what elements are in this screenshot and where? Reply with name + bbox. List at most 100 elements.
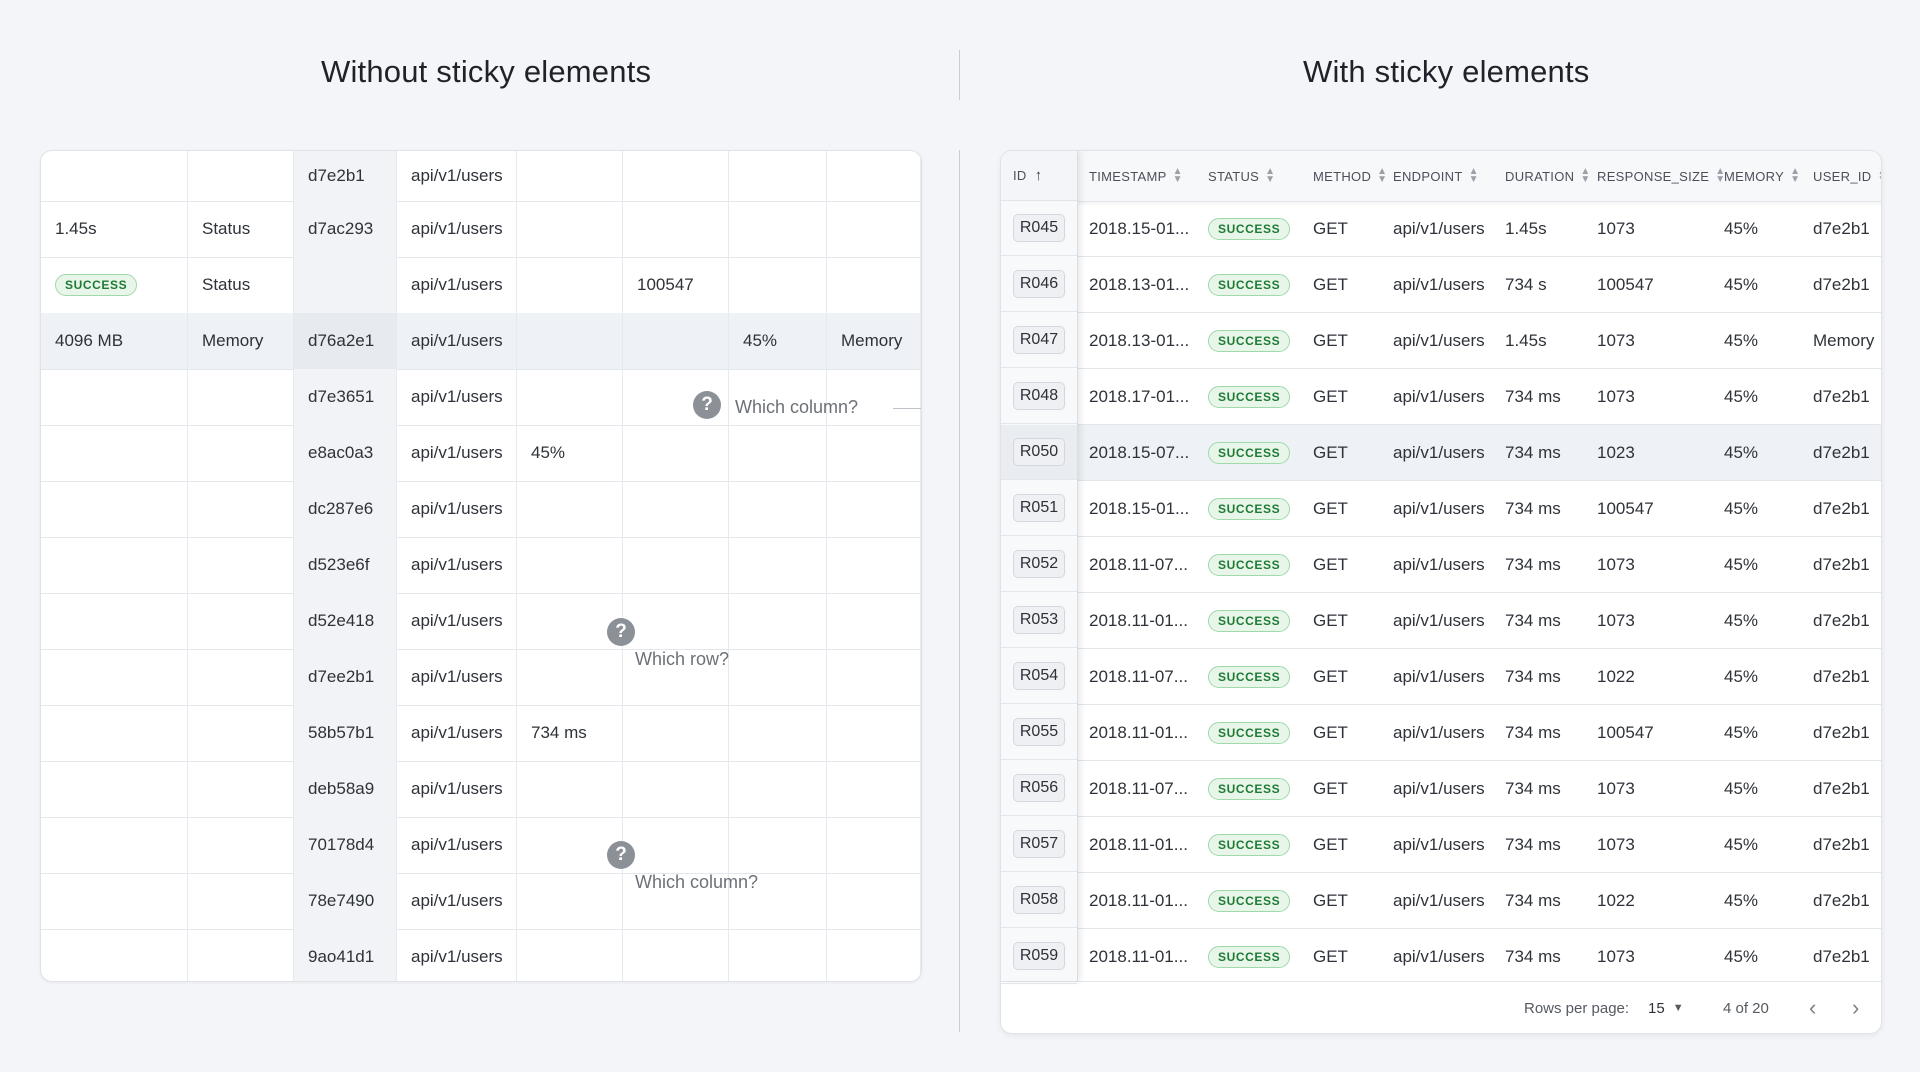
table-cell — [41, 873, 188, 929]
cell-text: d7e2b1 — [1813, 442, 1870, 462]
table-cell — [729, 257, 827, 313]
table-cell: d7e2b1 — [1813, 593, 1870, 648]
table-cell — [827, 761, 921, 817]
cell-text: 1073 — [1597, 610, 1635, 630]
sort-icon[interactable]: ▲▼ — [1580, 167, 1590, 185]
table-cell: 734 ms — [1505, 761, 1561, 816]
sticky-id-cell[interactable]: R056 — [1001, 761, 1077, 816]
chevron-right-icon[interactable]: › — [1852, 982, 1859, 1033]
annotation-text: Which column? — [635, 872, 759, 892]
table-row[interactable]: 2018.13-01... SUCCESS GET api/v1/users 734 s… — [1001, 257, 1881, 313]
table-cell: 100547 — [1597, 705, 1654, 760]
cell-text: GET — [1313, 722, 1348, 742]
status-badge: SUCCESS — [1208, 833, 1291, 856]
cell-text: api/v1/users — [1393, 498, 1485, 518]
arrow-up-icon[interactable]: ↑ — [1035, 167, 1043, 184]
sort-icon[interactable]: ▲▼ — [1790, 167, 1800, 185]
cell-text: api/v1/users — [411, 891, 503, 910]
table-row: d523e6f api/v1/users — [41, 537, 921, 594]
cell-text: api/v1/users — [1393, 442, 1485, 462]
table-cell — [827, 649, 921, 705]
sticky-id-cell[interactable]: R057 — [1001, 817, 1077, 872]
table-cell: SUCCESS — [1208, 873, 1291, 928]
table-row[interactable]: 2018.11-01... SUCCESS GET api/v1/users 734 m… — [1001, 929, 1881, 985]
sticky-id-cell[interactable]: R048 — [1001, 369, 1077, 424]
status-badge: SUCCESS — [1208, 385, 1291, 408]
column-header-response-size[interactable]: RESPONSE_SIZE ▲ ▼ — [1597, 151, 1725, 201]
table-row[interactable]: 2018.11-07... SUCCESS GET api/v1/users 734 m… — [1001, 537, 1881, 593]
table-cell: 734 ms — [1505, 369, 1561, 424]
cell-text: d7e2b1 — [1813, 386, 1870, 406]
table-row[interactable]: 2018.11-07... SUCCESS GET api/v1/users 734 m… — [1001, 649, 1881, 705]
table-row[interactable]: 2018.11-01... SUCCESS GET api/v1/users 734 m… — [1001, 705, 1881, 761]
sticky-id-cell[interactable]: R046 — [1001, 257, 1077, 312]
column-header-user-id[interactable]: USER_ID ▲▼ — [1813, 151, 1881, 201]
table-row[interactable]: 2018.11-01... SUCCESS GET api/v1/users 734 m… — [1001, 593, 1881, 649]
table-cell: d7e2b1 — [1813, 873, 1870, 928]
sort-icon[interactable]: ▲▼ — [1173, 167, 1183, 185]
sticky-id-cell[interactable]: R059 — [1001, 929, 1077, 984]
table-row: 9ao41d1 api/v1/users — [41, 929, 921, 981]
table-cell — [41, 369, 188, 425]
column-header-method[interactable]: METHOD ▲ ▼ — [1313, 151, 1387, 201]
sort-icon[interactable]: ▲▼ — [1877, 167, 1881, 185]
sort-icon[interactable]: ▲▼ — [1469, 167, 1479, 185]
table-row[interactable]: 2018.11-01... SUCCESS GET api/v1/users 734 m… — [1001, 873, 1881, 929]
table-cell: 1073 — [1597, 817, 1635, 872]
table-cell — [827, 537, 921, 593]
cell-text: e8ac0a3 — [308, 443, 374, 462]
table-row[interactable]: 2018.17-01... SUCCESS GET api/v1/users 734 m… — [1001, 369, 1881, 425]
table-cell — [41, 761, 188, 817]
table-cell: api/v1/users — [1393, 649, 1485, 704]
sticky-id-cell[interactable]: R055 — [1001, 705, 1077, 760]
column-header-duration[interactable]: DURATION ▲ ▼ — [1505, 151, 1591, 201]
table-row[interactable]: 2018.13-01... SUCCESS GET api/v1/users 1.45s… — [1001, 313, 1881, 369]
sticky-id-cell[interactable]: R052 — [1001, 537, 1077, 592]
cell-text: api/v1/users — [1393, 330, 1485, 350]
cell-text: 734 ms — [1505, 386, 1561, 406]
sticky-id-cell[interactable]: R045 — [1001, 201, 1077, 256]
chevron-down-icon: ▼ — [1672, 1002, 1684, 1014]
table-row[interactable]: 2018.15-01... SUCCESS GET api/v1/users 734 m… — [1001, 481, 1881, 537]
cell-text: 734 ms — [1505, 442, 1561, 462]
sticky-id-cell[interactable]: R058 — [1001, 873, 1077, 928]
table-cell — [623, 201, 729, 257]
table-cell — [41, 481, 188, 537]
sort-icon[interactable]: ▲▼ — [1377, 167, 1387, 185]
cell-text: 58b57b1 — [308, 723, 375, 742]
column-header-timestamp[interactable]: TIMESTAMP ▲ ▼ — [1089, 151, 1183, 201]
column-header-memory[interactable]: MEMORY ▲ ▼ — [1724, 151, 1800, 201]
table-cell: 1022 — [1597, 873, 1635, 928]
table-row[interactable]: 2018.11-01... SUCCESS GET api/v1/users 734 m… — [1001, 817, 1881, 873]
table-cell: 1073 — [1597, 201, 1635, 256]
table-cell: 45% — [1724, 257, 1758, 312]
table-cell: 100547 — [1597, 481, 1654, 536]
table-cell: 45% — [1724, 201, 1758, 256]
column-header-id[interactable]: ID ↑ — [1001, 151, 1077, 201]
sticky-id-cell[interactable]: R054 — [1001, 649, 1077, 704]
table-cell: 45% — [1724, 761, 1758, 816]
column-header-status[interactable]: STATUS ▲ ▼ — [1208, 151, 1275, 201]
table-cell: 1073 — [1597, 369, 1635, 424]
chevron-left-icon[interactable]: ‹ — [1809, 982, 1816, 1033]
table-cell — [517, 761, 623, 817]
sticky-id-cell[interactable]: R047 — [1001, 313, 1077, 368]
sticky-id-cell[interactable]: R053 — [1001, 593, 1077, 648]
table-row[interactable]: 2018.11-07... SUCCESS GET api/v1/users 734 m… — [1001, 761, 1881, 817]
table-cell — [517, 481, 623, 537]
table-cell — [41, 705, 188, 761]
table-row[interactable]: 2018.15-01... SUCCESS GET api/v1/users 1.45s… — [1001, 201, 1881, 257]
table-cell: d7e2b1 — [1813, 257, 1870, 312]
cell-text: GET — [1313, 218, 1348, 238]
row-id-chip: R053 — [1012, 606, 1066, 634]
table-row[interactable]: 2018.15-07... SUCCESS GET api/v1/users 734 m… — [1001, 425, 1881, 481]
sort-icon[interactable]: ▲▼ — [1265, 167, 1275, 185]
table-cell — [827, 593, 921, 649]
table-cell: 734 ms — [1505, 537, 1561, 592]
sticky-id-cell[interactable]: R051 — [1001, 481, 1077, 536]
column-header-endpoint[interactable]: ENDPOINT ▲ ▼ — [1393, 151, 1479, 201]
rows-per-page-select[interactable]: 15 ▼ — [1648, 982, 1684, 1033]
cell-text: 734 ms — [1505, 554, 1561, 574]
cell-text: d7e2b1 — [1813, 274, 1870, 294]
sticky-id-cell[interactable]: R050 — [1001, 425, 1077, 480]
